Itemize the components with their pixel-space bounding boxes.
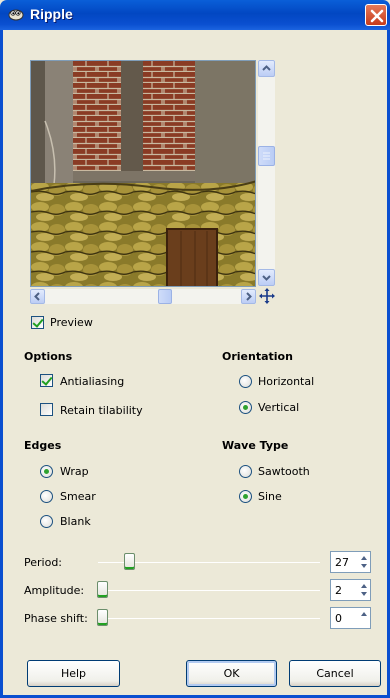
vertical-radio[interactable] [239, 401, 252, 414]
spin-arrows-icon[interactable] [358, 580, 370, 600]
antialiasing-label: Antialiasing [60, 375, 125, 388]
period-slider-handle[interactable] [124, 553, 135, 570]
ok-button[interactable]: OK [186, 660, 277, 687]
smear-label: Smear [60, 490, 96, 503]
phase-shift-value: 0 [335, 612, 342, 625]
preview-canvas [31, 61, 255, 286]
amplitude-value: 2 [335, 584, 342, 597]
edges-header: Edges [24, 439, 62, 452]
period-value: 27 [335, 556, 349, 569]
scroll-right-button[interactable] [241, 289, 256, 304]
orientation-header: Orientation [222, 350, 293, 363]
chevron-up-icon [262, 65, 271, 71]
preview-checkbox[interactable] [31, 316, 44, 329]
scroll-up-button[interactable] [258, 60, 275, 77]
scroll-left-button[interactable] [30, 289, 45, 304]
blank-label: Blank [60, 515, 91, 528]
amplitude-slider-track[interactable] [98, 590, 320, 591]
scroll-down-button[interactable] [258, 269, 275, 286]
preview-label: Preview [50, 316, 93, 329]
cancel-button[interactable]: Cancel [289, 660, 381, 687]
phase-shift-label: Phase shift: [24, 612, 88, 625]
close-button[interactable] [365, 4, 387, 26]
horizontal-label: Horizontal [258, 375, 315, 388]
amplitude-spinbox[interactable]: 2 [330, 579, 371, 601]
gimp-icon [8, 9, 24, 21]
navigate-icon[interactable] [259, 288, 275, 304]
wave-type-header: Wave Type [222, 439, 289, 452]
blank-radio[interactable] [40, 515, 53, 528]
vertical-label: Vertical [258, 401, 300, 414]
window-title: Ripple [30, 6, 73, 22]
horizontal-radio[interactable] [239, 375, 252, 388]
amplitude-label: Amplitude: [24, 584, 85, 597]
phase-shift-slider-handle[interactable] [97, 609, 108, 626]
chevron-left-icon [34, 292, 40, 301]
wrap-radio[interactable] [40, 465, 53, 478]
horizontal-scroll-thumb[interactable] [158, 289, 172, 304]
period-label: Period: [24, 556, 63, 569]
sawtooth-radio[interactable] [239, 465, 252, 478]
sine-radio[interactable] [239, 490, 252, 503]
phase-shift-slider-track[interactable] [98, 618, 320, 619]
preview-vertical-scrollbar[interactable] [258, 60, 275, 286]
close-icon [370, 9, 384, 23]
sine-label: Sine [258, 490, 282, 503]
wrap-label: Wrap [60, 465, 89, 478]
smear-radio[interactable] [40, 490, 53, 503]
help-button[interactable]: Help [27, 660, 120, 687]
retain-tilability-checkbox[interactable] [40, 403, 53, 416]
sawtooth-label: Sawtooth [258, 465, 310, 478]
vertical-scroll-thumb[interactable] [258, 146, 275, 166]
preview-image[interactable] [30, 60, 256, 287]
period-spinbox[interactable]: 27 [330, 551, 371, 573]
amplitude-slider-handle[interactable] [97, 581, 108, 598]
spin-arrows-icon[interactable] [358, 552, 370, 572]
preview-horizontal-scrollbar[interactable] [30, 289, 256, 304]
chevron-down-icon [262, 275, 271, 281]
grip-icon [263, 152, 270, 160]
title-bar[interactable]: Ripple [0, 0, 390, 30]
options-header: Options [24, 350, 73, 363]
retain-tilability-label: Retain tilability [60, 404, 143, 417]
chevron-right-icon [246, 292, 252, 301]
phase-shift-spinbox[interactable]: 0 [330, 607, 371, 629]
spin-arrows-icon[interactable] [358, 608, 370, 628]
antialiasing-checkbox[interactable] [40, 374, 53, 387]
